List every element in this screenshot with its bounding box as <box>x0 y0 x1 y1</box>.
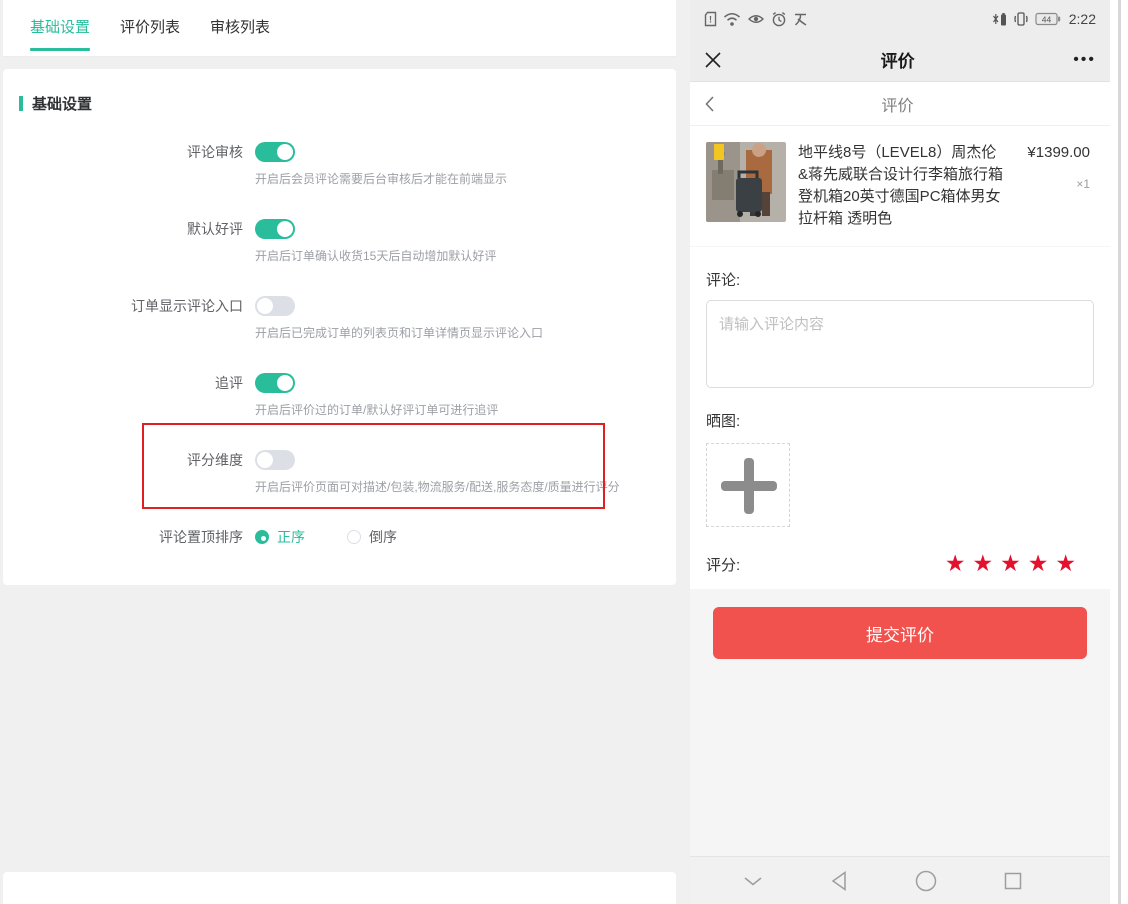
setting-row-default-praise: 默认好评 开启后订单确认收货15天后自动增加默认好评 <box>3 219 676 264</box>
setting-row-rating-dimension: 评分维度 开启后评价页面可对描述/包装,物流服务/配送,服务态度/质量进行评分 <box>3 450 676 495</box>
status-bar-left-icons: ! <box>704 11 808 27</box>
setting-row-pinned-sort: 评论置顶排序 正序 倒序 <box>3 527 676 547</box>
setting-label: 评论审核 <box>3 142 255 187</box>
product-price: ¥1399.00 <box>1006 144 1090 161</box>
follow-up-review-toggle[interactable] <box>255 373 295 393</box>
home-circle-icon[interactable] <box>914 869 938 893</box>
section-accent-bar <box>19 96 23 111</box>
setting-label: 默认好评 <box>3 219 255 264</box>
setting-label: 订单显示评论入口 <box>3 296 255 341</box>
admin-settings-panel: 基础设置 评价列表 审核列表 基础设置 评论审核 开启后会员评论需要后台审核后才… <box>0 0 690 904</box>
star-icon[interactable]: ★ <box>973 553 994 575</box>
setting-description: 开启后评价过的订单/默认好评订单可进行追评 <box>255 403 676 418</box>
rating-row: 评分: ★ ★ ★ ★ ★ <box>706 553 1094 575</box>
submit-review-button[interactable]: 提交评价 <box>713 607 1087 659</box>
toggle-knob <box>257 452 273 468</box>
star-rating: ★ ★ ★ ★ ★ <box>945 553 1076 575</box>
status-bar: ! 44 2:22 <box>690 0 1110 38</box>
alarm-icon <box>771 11 787 27</box>
default-praise-toggle[interactable] <box>255 219 295 239</box>
webview-header: 评价 ••• <box>690 38 1110 82</box>
webview-title: 评价 <box>722 47 1073 72</box>
setting-label: 追评 <box>3 373 255 418</box>
back-triangle-icon[interactable] <box>829 870 849 892</box>
rating-dimension-toggle[interactable] <box>255 450 295 470</box>
more-menu-icon[interactable]: ••• <box>1073 51 1096 69</box>
sort-radio-group: 正序 倒序 <box>255 527 676 547</box>
toggle-knob <box>277 221 293 237</box>
star-icon[interactable]: ★ <box>1000 553 1021 575</box>
eye-protect-icon <box>747 12 765 26</box>
photos-label: 晒图: <box>706 410 1094 431</box>
toggle-knob <box>257 298 273 314</box>
vibrate-icon <box>1013 11 1029 27</box>
wifi-icon <box>723 12 741 27</box>
product-title: 地平线8号（LEVEL8）周杰伦&蒋先威联合设计行李箱旅行箱登机箱20英寸德国P… <box>798 142 1006 230</box>
settings-card: 基础设置 评论审核 开启后会员评论需要后台审核后才能在前端显示 默认好评 开启后… <box>3 69 676 585</box>
status-bar-right: 44 2:22 <box>990 11 1096 27</box>
status-bar-time: 2:22 <box>1069 11 1096 27</box>
comment-label: 评论: <box>706 269 1094 290</box>
svg-text:!: ! <box>709 15 712 25</box>
mobile-preview: ! 44 2:22 评价 ••• 评价 <box>690 0 1110 904</box>
android-nav-bar <box>690 856 1110 904</box>
tab-basic-settings[interactable]: 基础设置 <box>30 0 90 56</box>
chevron-down-icon[interactable] <box>742 875 764 887</box>
order-comment-entry-toggle[interactable] <box>255 296 295 316</box>
setting-description: 开启后订单确认收货15天后自动增加默认好评 <box>255 249 676 264</box>
radio-dot <box>255 530 269 544</box>
phone-bottom-area: 提交评价 <box>690 589 1110 904</box>
tab-audit-list[interactable]: 审核列表 <box>210 0 270 56</box>
setting-row-follow-up-review: 追评 开启后评价过的订单/默认好评订单可进行追评 <box>3 373 676 418</box>
battery-level-icon: 44 <box>1035 12 1061 26</box>
left-footer-strip <box>3 872 676 904</box>
setting-row-order-comment-entry: 订单显示评论入口 开启后已完成订单的列表页和订单详情页显示评论入口 <box>3 296 676 341</box>
product-image <box>706 142 786 222</box>
sim-alert-icon: ! <box>704 11 717 27</box>
page-header: 评价 <box>690 82 1110 126</box>
toggle-knob <box>277 375 293 391</box>
setting-row-comment-audit: 评论审核 开启后会员评论需要后台审核后才能在前端显示 <box>3 142 676 187</box>
page-title: 评价 <box>715 92 1080 116</box>
radio-label: 倒序 <box>369 527 397 547</box>
star-icon[interactable]: ★ <box>1028 553 1049 575</box>
recents-square-icon[interactable] <box>1003 871 1023 891</box>
add-photo-button[interactable] <box>706 443 790 527</box>
radio-ascending[interactable]: 正序 <box>255 527 305 547</box>
section-header: 基础设置 <box>3 69 676 114</box>
close-icon[interactable] <box>704 51 722 69</box>
radio-label: 正序 <box>277 527 305 547</box>
tab-bar: 基础设置 评价列表 审核列表 <box>3 0 676 57</box>
star-icon[interactable]: ★ <box>945 553 966 575</box>
back-chevron-icon[interactable] <box>704 95 715 113</box>
rating-label: 评分: <box>706 554 740 575</box>
radio-dot <box>347 530 361 544</box>
setting-description: 开启后评价页面可对描述/包装,物流服务/配送,服务态度/质量进行评分 <box>255 480 676 495</box>
setting-label: 评分维度 <box>3 450 255 495</box>
product-card[interactable]: 地平线8号（LEVEL8）周杰伦&蒋先威联合设计行李箱旅行箱登机箱20英寸德国P… <box>690 126 1110 247</box>
scrollbar-track[interactable] <box>1118 0 1121 904</box>
setting-description: 开启后会员评论需要后台审核后才能在前端显示 <box>255 172 676 187</box>
window-right-gutter <box>1110 0 1128 904</box>
toggle-knob <box>277 144 293 160</box>
comment-audit-toggle[interactable] <box>255 142 295 162</box>
setting-label: 评论置顶排序 <box>3 527 255 547</box>
section-title: 基础设置 <box>32 93 92 114</box>
star-icon[interactable]: ★ <box>1055 553 1076 575</box>
svg-text:44: 44 <box>1042 15 1052 25</box>
setting-description: 开启后已完成订单的列表页和订单详情页显示评论入口 <box>255 326 676 341</box>
comment-input[interactable] <box>706 300 1094 388</box>
radio-descending[interactable]: 倒序 <box>347 527 397 547</box>
app-window: 基础设置 评价列表 审核列表 基础设置 评论审核 开启后会员评论需要后台审核后才… <box>0 0 1128 904</box>
tab-review-list[interactable]: 评价列表 <box>120 0 180 56</box>
gesture-icon <box>793 12 808 27</box>
bluetooth-battery-icon <box>990 11 1007 27</box>
product-quantity: ×1 <box>1006 177 1090 191</box>
